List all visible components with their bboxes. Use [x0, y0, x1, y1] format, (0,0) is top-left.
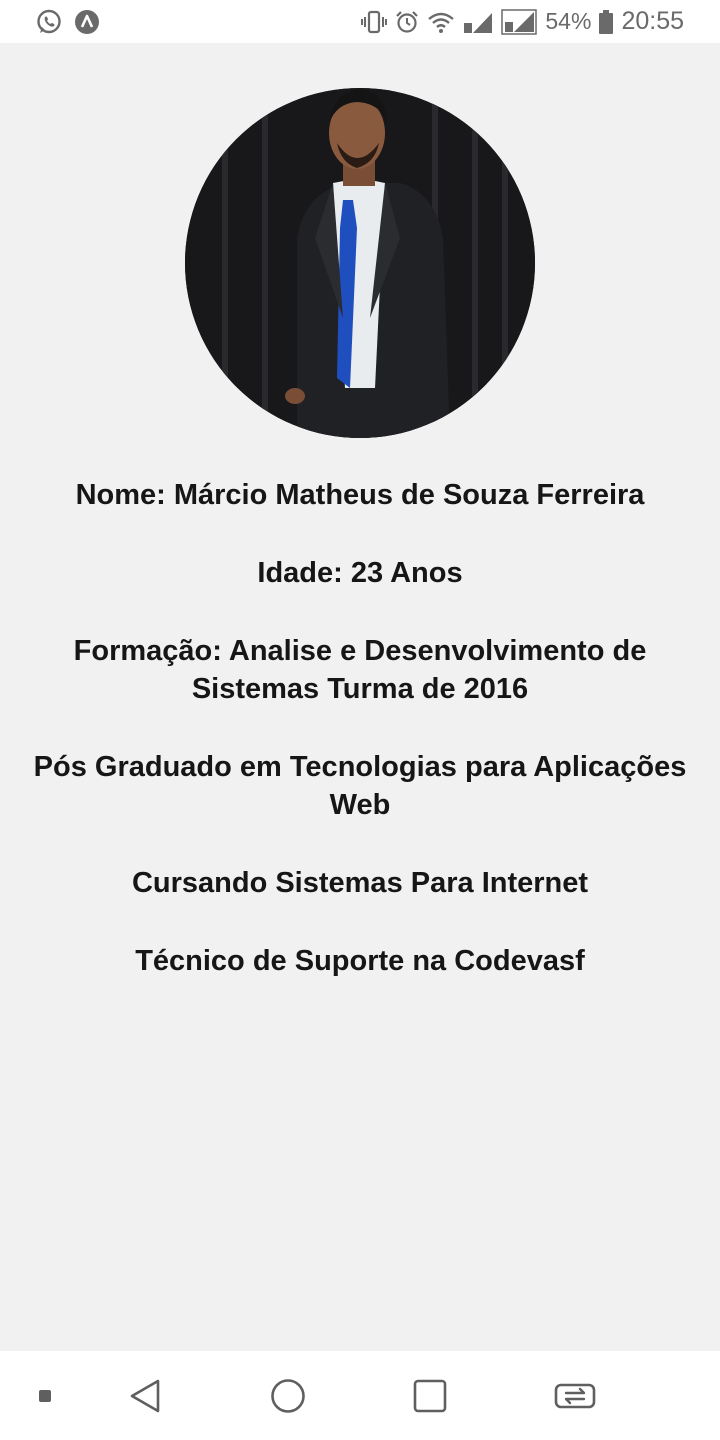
status-bar: 54% 20:55: [0, 0, 720, 43]
recents-icon[interactable]: [400, 1351, 460, 1440]
back-icon[interactable]: [115, 1351, 175, 1440]
profile-screen: Nome: Márcio Matheus de Souza Ferreira I…: [0, 43, 720, 1351]
vibrate-icon: [361, 10, 388, 34]
age-text: Idade: 23 Anos: [257, 557, 463, 589]
education-text: Formação: Analise e Desenvolvimento de S…: [73, 635, 647, 705]
battery-percent: 54%: [545, 8, 592, 34]
wifi-icon: [427, 10, 455, 34]
job-text: Técnico de Suporte na Codevasf: [135, 945, 585, 977]
status-time: 20:55: [621, 7, 684, 35]
app-notification-icon: [74, 9, 100, 35]
battery-icon: [599, 9, 614, 34]
alarm-icon: [395, 10, 419, 34]
signal-sim2-icon: [501, 8, 538, 35]
studying-text: Cursando Sistemas Para Internet: [131, 867, 589, 899]
whatsapp-icon: [36, 9, 62, 35]
name-text: Nome: Márcio Matheus de Souza Ferreira: [75, 479, 645, 511]
postgrad-text: Pós Graduado em Tecnologias para Aplicaç…: [33, 751, 687, 821]
profile-photo: [185, 88, 535, 438]
signal-sim1-icon: [463, 10, 493, 34]
status-right: 54% 20:55: [361, 7, 684, 36]
status-left: [36, 9, 100, 35]
home-icon[interactable]: [258, 1351, 318, 1440]
profile-info: Nome: Márcio Matheus de Souza Ferreira I…: [0, 476, 720, 980]
navigation-bar: [0, 1351, 720, 1440]
switch-apps-icon[interactable]: [543, 1351, 607, 1440]
menu-dot-icon[interactable]: [30, 1351, 60, 1440]
